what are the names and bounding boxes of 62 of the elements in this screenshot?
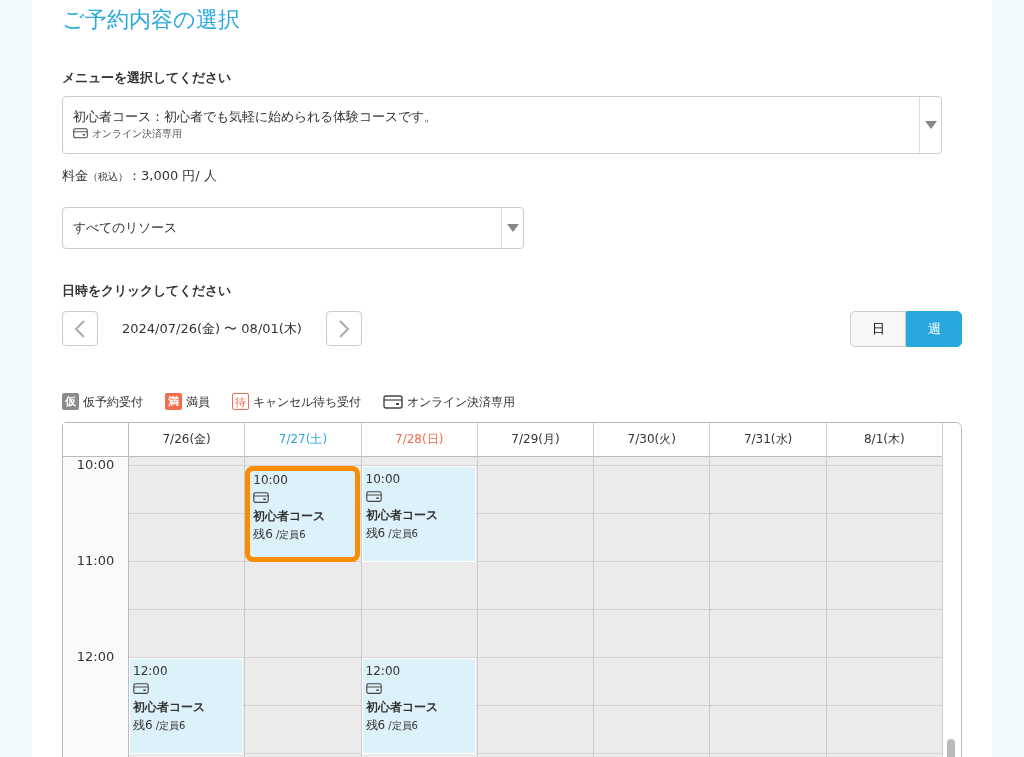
card-icon	[133, 683, 149, 695]
event-title: 初心者コース	[365, 698, 439, 716]
remaining-count: 残6	[365, 525, 386, 540]
page-title: ご予約内容の選択	[62, 6, 241, 34]
event-time: 10:00	[253, 471, 289, 489]
event-card[interactable]: 10:00 初心者コース 残6 /定員6	[361, 465, 476, 562]
day-header: 8/1(木)	[826, 422, 942, 457]
time-label: 11:00	[75, 552, 116, 570]
select-value: 初心者コース：初心者でも気軽に始められる体験コースです。	[73, 107, 438, 126]
dropdown-icon	[924, 120, 937, 129]
day-header: 7/31(水)	[710, 422, 826, 457]
event-title: 初心者コース	[253, 507, 327, 525]
event-card[interactable]: 12:00 初心者コース 残6 /定員6	[361, 657, 476, 754]
payment-note: オンライン決済専用	[92, 127, 182, 141]
status-badge: 仮	[62, 393, 79, 410]
section-label: 日時をクリックしてください	[62, 282, 232, 300]
capacity: /定員6	[388, 719, 418, 731]
menu-select[interactable]: 初心者コース：初心者でも気軽に始められる体験コースです。 オンライン決済専用	[62, 95, 942, 154]
legend-label: オンライン決済専用	[407, 393, 515, 411]
remaining-count: 残6	[133, 717, 153, 732]
next-button[interactable]	[325, 311, 362, 346]
chevron-left-icon	[74, 318, 86, 339]
event-time: 10:00	[365, 470, 402, 488]
card-icon	[253, 492, 270, 504]
remaining-count: 残6	[253, 526, 273, 541]
card-icon	[73, 128, 88, 139]
event-time: 12:00	[365, 662, 402, 680]
event-card[interactable]: 12:00 初心者コース 残6 /定員6	[129, 657, 244, 754]
capacity: /定員6	[275, 528, 306, 540]
event-title: 初心者コース	[133, 698, 206, 716]
dropdown-icon	[506, 224, 519, 232]
day-header: 7/28(日)	[361, 422, 477, 457]
event-card[interactable]: 10:00 初心者コース 残6 /定員6	[245, 465, 360, 562]
select-value: すべてのリソース	[73, 219, 177, 238]
view-tab[interactable]: 日	[850, 310, 906, 347]
day-header: 7/29(月)	[477, 422, 594, 457]
event-title: 初心者コース	[365, 506, 439, 524]
resource-select[interactable]: すべてのリソース	[62, 207, 524, 249]
time-label: 10:00	[75, 456, 116, 474]
date-range: 2024/07/26(金) 〜 08/01(木)	[122, 319, 302, 338]
capacity: /定員6	[388, 527, 418, 539]
card-icon	[365, 683, 382, 695]
price-value: ：3,000 円/ 人	[128, 166, 217, 185]
status-badge: 待	[232, 393, 249, 410]
legend-label: 満員	[186, 393, 210, 411]
chevron-right-icon	[337, 318, 350, 339]
previous-button[interactable]	[62, 311, 98, 346]
card-icon	[365, 491, 382, 503]
remaining-count: 残6	[365, 717, 386, 732]
status-badge: 満	[165, 393, 182, 410]
time-label: 12:00	[75, 648, 116, 666]
legend-label: キャンセル待ち受付	[253, 393, 361, 411]
capacity: /定員6	[155, 719, 186, 731]
legend-label: 仮予約受付	[83, 393, 143, 411]
event-time: 12:00	[133, 662, 169, 680]
day-header: 7/30(火)	[594, 422, 710, 457]
day-header: 7/27(土)	[245, 422, 361, 457]
price-label: 料金	[62, 166, 88, 185]
day-header: 7/26(金)	[129, 422, 245, 457]
card-icon	[383, 394, 403, 409]
section-label: メニューを選択してください	[62, 69, 232, 87]
tax-note: （税込）	[88, 169, 128, 184]
